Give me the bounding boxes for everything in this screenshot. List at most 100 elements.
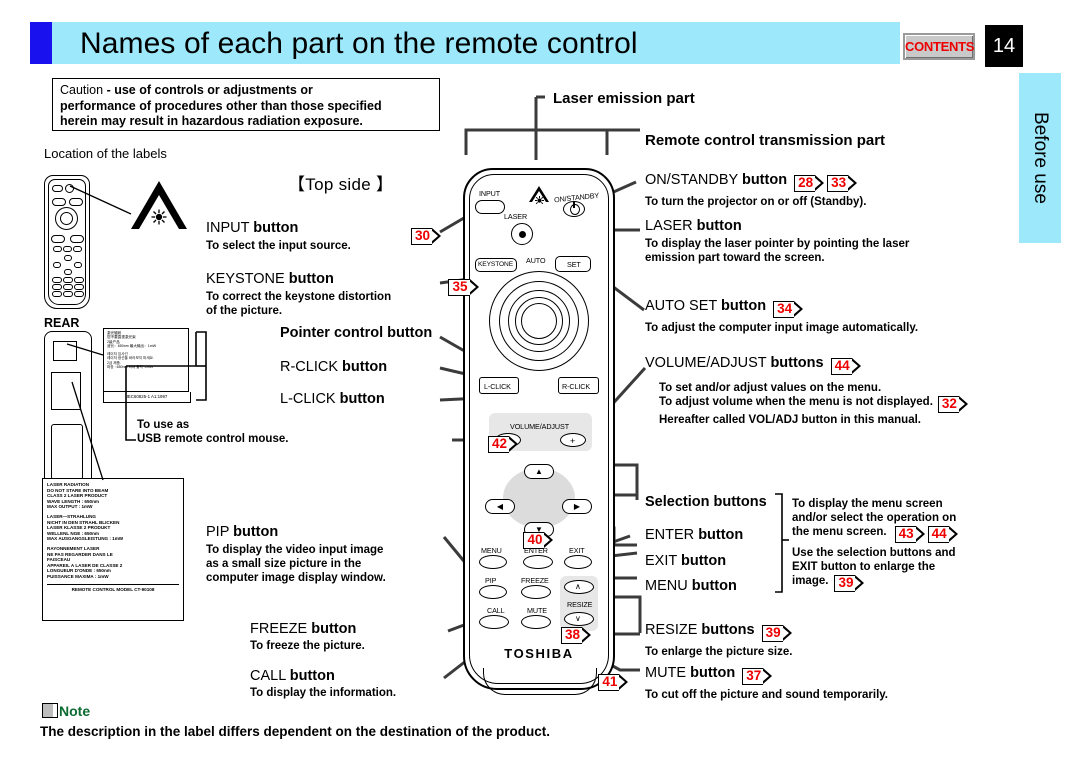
page-ref-40-value: 40 (523, 532, 545, 549)
callout-input-word: button (253, 220, 299, 236)
selection-desc-6-wrap: image. 39 (792, 574, 958, 592)
callout-volume-desc-2: To adjust volume when the menu is not di… (659, 396, 933, 408)
selection-desc-6: image. (792, 575, 829, 587)
callout-input: INPUT button To select the input source. (206, 220, 351, 253)
page-ref-28[interactable]: 28 (794, 175, 825, 192)
toshiba-brand-mark: TOSHIBA (504, 646, 574, 661)
callout-mute-desc: To cut off the picture and sound tempora… (645, 689, 888, 701)
right-arrow-icon: ▶ (573, 501, 581, 511)
laser-radiation-label: LASER RADIATION DO NOT STARE INTO BEAM C… (42, 478, 184, 621)
page-ref-42[interactable]: 42 (487, 436, 519, 453)
page-ref-41[interactable]: 41 (598, 674, 629, 691)
page-ref-43[interactable]: 43 (894, 526, 925, 543)
remote-label-resize: RESIZE (567, 600, 593, 609)
page-ref-32[interactable]: 32 (937, 396, 968, 413)
remote-label-keystone: KEYSTONE (478, 261, 513, 268)
callout-keystone-title: KEYSTONE button (206, 271, 391, 287)
remote-button-enter[interactable] (523, 555, 553, 569)
thumb-btn (52, 198, 66, 206)
rear-label-area-2 (51, 372, 81, 410)
caution-box: Caution - use of controls or adjustments… (52, 78, 440, 131)
page-title: Names of each part on the remote control (80, 27, 638, 60)
page-ref-30[interactable]: 30 (411, 228, 442, 245)
remote-button-pip[interactable] (479, 585, 507, 599)
callout-on-standby: ON/STANDBY button 28 33 To turn the projec… (645, 172, 866, 209)
callout-call-title: CALL button (250, 668, 396, 684)
remote-button-input[interactable] (475, 200, 505, 214)
remote-button-call[interactable] (479, 615, 509, 629)
callout-enter-name: ENTER (645, 527, 695, 543)
page-ref-44[interactable]: 44 (830, 358, 861, 375)
callout-mute: MUTE button 37 To cut off the picture and… (645, 665, 888, 702)
page-ref-38[interactable]: 38 (560, 627, 592, 644)
callout-keystone-word: button (288, 271, 334, 287)
thumb-pointer-inner (60, 212, 73, 225)
page-ref-40[interactable]: 40 (523, 532, 554, 549)
remote-button-exit[interactable] (564, 555, 592, 569)
thumb-btn (69, 198, 83, 206)
selection-desc-2: and/or select the operation on (792, 512, 957, 524)
callout-mute-name: MUTE (645, 665, 687, 681)
page-ref-35-value: 35 (448, 279, 470, 296)
remote-label-freeze: FREEZE (521, 576, 549, 585)
page-ref-37[interactable]: 37 (742, 668, 773, 685)
page-number-text: 14 (992, 35, 1016, 57)
page-ref-39-value: 39 (761, 625, 783, 642)
page-ref-32-value: 32 (937, 396, 959, 413)
location-of-labels-text: Location of the labels (44, 146, 167, 161)
usb-note-line-2: USB remote control mouse. (137, 433, 289, 445)
callout-freeze: FREEZE button To freeze the picture. (250, 621, 365, 653)
pointer-control-button[interactable] (521, 303, 557, 339)
callout-volume-desc-1: To set and/or adjust values on the menu. (659, 382, 882, 394)
callout-exit-word: button (681, 553, 727, 569)
page-ref-30-value: 30 (411, 228, 433, 245)
page-ref-38-value: 38 (560, 627, 582, 644)
page-ref-39b[interactable]: 39 (834, 575, 865, 592)
page-ref-44b[interactable]: 44 (927, 526, 958, 543)
callout-resize-name: RESIZE (645, 622, 698, 638)
callout-exit-button: EXIT button (645, 553, 726, 569)
callout-resize-desc: To enlarge the picture size. (645, 646, 793, 658)
callout-on-standby-title: ON/STANDBY button 28 33 (645, 172, 866, 192)
cjk-label-footer: IEC60825-1 A1:1997 (103, 392, 191, 403)
remote-button-right[interactable]: ▶ (562, 499, 592, 514)
cjk-laser-label: 激光辐射 您不要直视激光束 2级产品 波长：650nm 最大输出：1mW 레이저… (103, 328, 189, 392)
callout-selection-buttons-label: Selection buttons (645, 494, 767, 510)
up-arrow-icon: ▲ (535, 466, 543, 476)
page-ref-33[interactable]: 33 (827, 175, 858, 192)
thumb-btn (63, 246, 72, 252)
page-ref-44-value: 44 (830, 358, 852, 375)
thumb-btn (52, 277, 62, 283)
page-ref-35[interactable]: 35 (448, 279, 479, 296)
left-arrow-icon: ◀ (496, 501, 504, 511)
contents-button[interactable]: CONTENTS (903, 33, 975, 60)
callout-freeze-name: FREEZE (250, 621, 308, 637)
laser-line: MAX OUTPUT : 1mW (47, 504, 93, 510)
callout-pip: PIP button To display the video input im… (206, 524, 386, 585)
laser-label-group-en: LASER RADIATION DO NOT STARE INTO BEAM C… (47, 482, 179, 510)
thumb-btn (52, 185, 63, 192)
remote-button-mute[interactable] (521, 615, 551, 629)
callout-volume-adjust-title: VOLUME/ADJUST buttons 44 (645, 355, 968, 375)
callout-call-name: CALL (250, 668, 286, 684)
remote-button-left[interactable]: ◀ (485, 499, 515, 514)
note-label: Note (59, 703, 91, 719)
remote-button-menu[interactable] (479, 555, 507, 569)
page-ref-39[interactable]: 39 (761, 625, 792, 642)
callout-r-click-word: button (342, 359, 388, 375)
note-heading: Note (42, 702, 91, 721)
page-ref-34[interactable]: 34 (773, 301, 804, 318)
section-tab-before-use: Before use (1019, 73, 1061, 243)
remote-button-up[interactable]: ▲ (524, 464, 554, 479)
selection-desc-1: To display the menu screen (792, 498, 943, 510)
remote-button-freeze[interactable] (521, 585, 551, 599)
callout-volume-adjust-word: buttons (770, 355, 824, 371)
callout-laser-emission-part-label: Laser emission part (553, 90, 695, 107)
callout-auto-set: AUTO SET button 34 To adjust the computer… (645, 298, 918, 335)
laser-line: MAX AUSGANGSLEISTUNG : 1mW (47, 536, 124, 542)
page-ref-28-value: 28 (794, 175, 816, 192)
remote-label-set: SET (567, 260, 581, 269)
top-side-caption: 【Top side 】 (288, 175, 394, 194)
callout-resize-title: RESIZE buttons 39 (645, 622, 792, 642)
thumb-btn (64, 269, 72, 275)
